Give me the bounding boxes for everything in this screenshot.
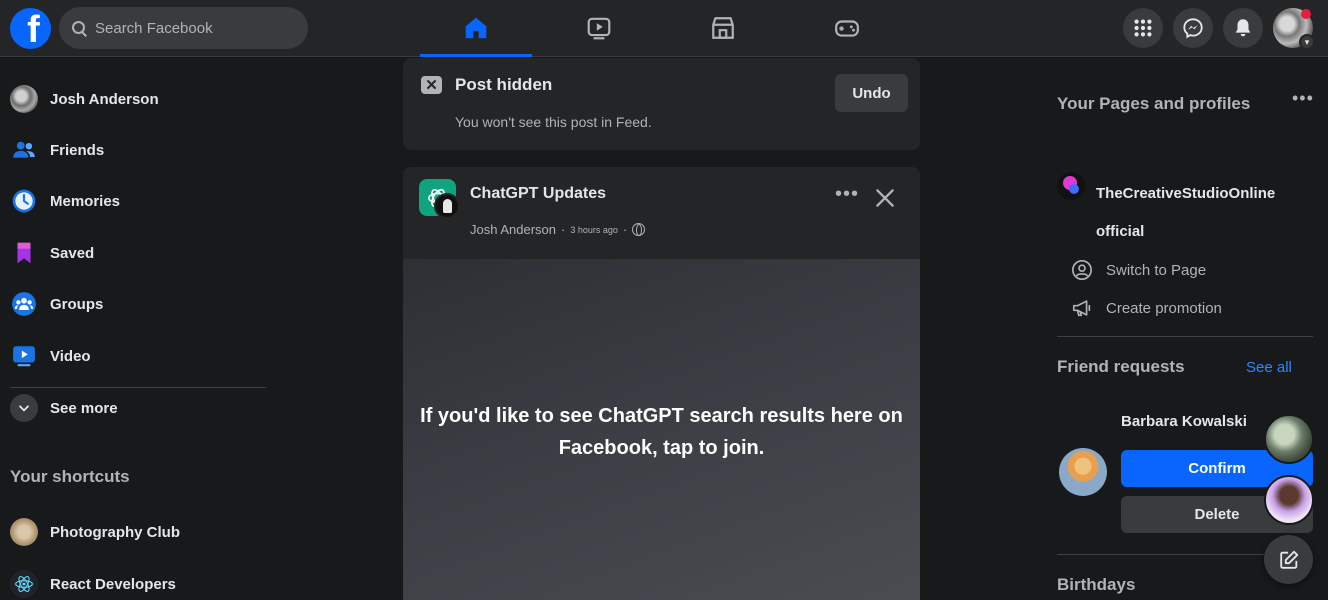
globe-icon bbox=[632, 223, 646, 236]
notifications-button[interactable] bbox=[1223, 8, 1263, 48]
tab-gaming[interactable] bbox=[791, 0, 903, 56]
sidebar-item-profile[interactable]: Josh Anderson bbox=[8, 77, 268, 121]
notifications-icon bbox=[1235, 19, 1251, 37]
shortcut-item[interactable]: Photography Club bbox=[8, 510, 268, 554]
undo-button[interactable]: Undo bbox=[835, 74, 908, 112]
chevron-down-icon: ▾ bbox=[1299, 34, 1315, 50]
see-all-link[interactable]: See all bbox=[1246, 359, 1292, 376]
search-icon bbox=[71, 20, 87, 36]
search-bar[interactable] bbox=[59, 7, 308, 49]
switch-profile-icon bbox=[1072, 260, 1092, 280]
video-icon bbox=[587, 17, 611, 40]
shortcut-label: Photography Club bbox=[50, 523, 180, 541]
hidden-post-text: You won't see this post in Feed. bbox=[455, 114, 652, 130]
tab-home[interactable] bbox=[420, 0, 532, 57]
home-icon bbox=[465, 17, 487, 39]
facebook-logo[interactable]: f bbox=[10, 8, 51, 49]
close-icon[interactable] bbox=[872, 185, 898, 211]
requester-name[interactable]: Barbara Kowalski bbox=[1121, 413, 1247, 430]
post-page-name[interactable]: ChatGPT Updates bbox=[470, 185, 606, 203]
create-promotion-button[interactable]: Create promotion bbox=[1071, 293, 1222, 323]
page-avatar[interactable] bbox=[1057, 172, 1085, 200]
pages-title: Your Pages and profiles bbox=[1057, 94, 1251, 113]
sidebar-item-label: See more bbox=[50, 399, 118, 417]
top-navigation-bar: f ▾ bbox=[0, 0, 1328, 57]
more-options-icon[interactable]: ••• bbox=[1292, 88, 1314, 109]
switch-to-page-button[interactable]: Switch to Page bbox=[1071, 255, 1206, 285]
friend-requests-title: Friend requests bbox=[1057, 357, 1185, 376]
author-avatar bbox=[434, 193, 460, 219]
profile-avatar bbox=[10, 85, 38, 113]
marketplace-icon bbox=[712, 17, 734, 39]
menu-grid-icon bbox=[1134, 19, 1152, 37]
birthdays-title: Birthdays bbox=[1057, 575, 1136, 594]
sidebar-item-label: Saved bbox=[50, 244, 95, 262]
right-divider bbox=[1057, 336, 1313, 337]
post-time[interactable]: 3 hours ago bbox=[570, 225, 618, 235]
tab-watch[interactable] bbox=[543, 0, 655, 56]
requester-avatar[interactable] bbox=[1059, 448, 1107, 496]
shortcut-label: React Developers bbox=[50, 575, 176, 593]
tab-marketplace[interactable] bbox=[667, 0, 779, 56]
messenger-icon bbox=[1183, 18, 1203, 39]
post-media-text: If you'd like to see ChatGPT search resu… bbox=[420, 405, 903, 459]
compose-icon bbox=[1279, 550, 1298, 569]
hidden-post-title: Post hidden bbox=[455, 75, 553, 94]
hidden-post-icon: ✕ bbox=[421, 76, 442, 94]
shortcuts-title: Your shortcuts bbox=[10, 467, 130, 486]
sidebar-item-friends[interactable]: Friends bbox=[8, 128, 268, 172]
switch-to-page-label: Switch to Page bbox=[1106, 261, 1207, 279]
sidebar-item-memories[interactable]: Memories bbox=[8, 179, 268, 223]
gaming-icon bbox=[835, 20, 859, 37]
video-icon bbox=[10, 342, 38, 370]
sidebar-item-label: Memories bbox=[50, 192, 121, 210]
shortcut-item[interactable]: React Developers bbox=[8, 562, 268, 600]
saved-icon bbox=[10, 239, 38, 267]
chat-head[interactable] bbox=[1264, 414, 1314, 464]
sidebar-item-label: Groups bbox=[50, 295, 104, 313]
page-name[interactable]: TheCreativeStudioOnline official bbox=[1096, 175, 1316, 251]
memories-icon bbox=[10, 187, 38, 215]
search-input[interactable] bbox=[95, 19, 285, 37]
page-avatar[interactable] bbox=[419, 179, 460, 219]
sidebar-item-video[interactable]: Video bbox=[8, 334, 268, 378]
new-message-button[interactable] bbox=[1264, 535, 1313, 584]
chevron-down-icon bbox=[10, 394, 38, 422]
meta-separator: · bbox=[561, 222, 566, 237]
sidebar-item-groups[interactable]: Groups bbox=[8, 282, 268, 326]
menu-button[interactable] bbox=[1123, 8, 1163, 48]
friends-icon bbox=[10, 136, 38, 164]
chat-head[interactable] bbox=[1264, 475, 1314, 525]
sidebar-item-saved[interactable]: Saved bbox=[8, 231, 268, 275]
meta-separator: · bbox=[622, 222, 628, 237]
post-more-icon[interactable]: ••• bbox=[832, 183, 862, 211]
messenger-button[interactable] bbox=[1173, 8, 1213, 48]
sidebar-see-more[interactable]: See more bbox=[8, 386, 268, 430]
post-author[interactable]: Josh Anderson bbox=[470, 222, 556, 237]
sidebar-divider bbox=[10, 387, 266, 388]
post-meta: Josh Anderson · 3 hours ago · bbox=[470, 222, 646, 237]
sidebar-item-label: Video bbox=[50, 347, 91, 365]
create-promotion-label: Create promotion bbox=[1106, 299, 1222, 317]
account-avatar[interactable]: ▾ bbox=[1273, 8, 1315, 50]
megaphone-icon bbox=[1072, 300, 1091, 317]
sidebar-item-label: Josh Anderson bbox=[50, 90, 159, 108]
notification-dot bbox=[1301, 9, 1311, 19]
sidebar-item-label: Friends bbox=[50, 141, 105, 159]
logo-letter: f bbox=[27, 9, 40, 49]
groups-icon bbox=[10, 290, 38, 318]
shortcut-avatar bbox=[10, 518, 38, 546]
react-icon bbox=[10, 570, 38, 598]
